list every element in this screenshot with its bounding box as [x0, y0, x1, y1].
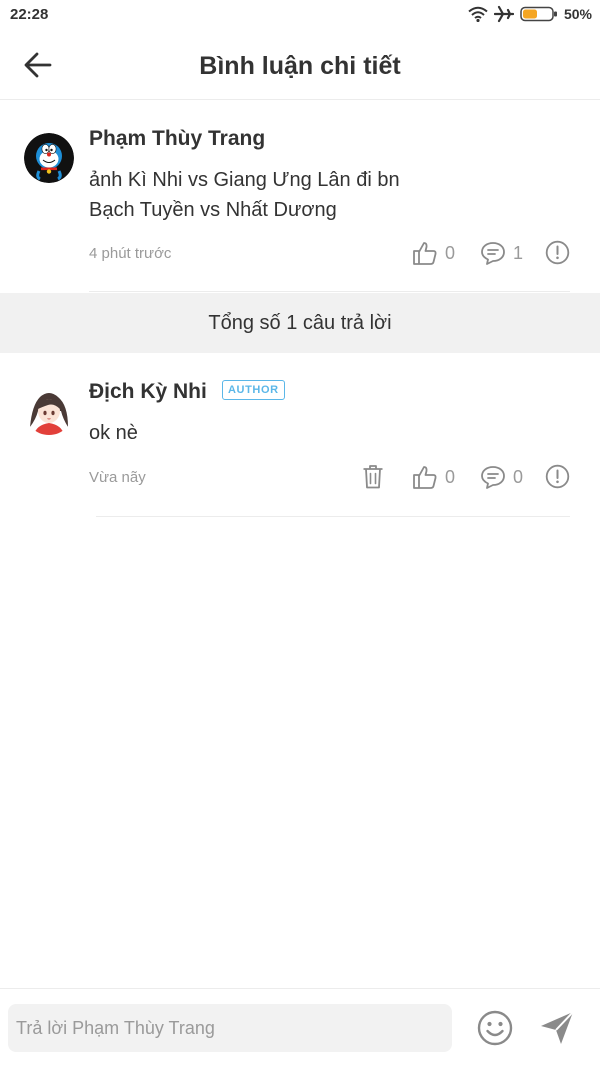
reply-author[interactable]: Địch Kỳ Nhi — [89, 380, 207, 404]
reply-button[interactable]: 1 — [480, 240, 523, 266]
like-count: 0 — [445, 242, 456, 263]
reply-count: 1 — [513, 242, 524, 263]
avatar[interactable] — [24, 133, 74, 183]
thumbs-up-icon — [413, 466, 437, 489]
reply-count-summary: Tổng số 1 câu trả lời — [0, 293, 600, 353]
comment-bubble-icon — [481, 242, 505, 265]
trash-icon — [363, 465, 383, 489]
battery-percent: 50% — [563, 6, 592, 22]
comment-author[interactable]: Phạm Thùy Trang — [89, 127, 265, 151]
header: Bình luận chi tiết — [0, 30, 600, 100]
reply-text: ok nè — [89, 422, 138, 444]
reply-count: 0 — [513, 466, 524, 487]
comment-time: 4 phút trước — [89, 245, 172, 262]
emoji-button[interactable] — [476, 1009, 514, 1047]
reply-comment: Địch Kỳ Nhi ok nè Vừa nãy 0 0 — [0, 353, 600, 523]
report-button[interactable] — [545, 240, 570, 265]
status-bar: 22:28 50% — [0, 0, 600, 30]
report-button[interactable] — [545, 464, 570, 489]
reply-button[interactable]: 0 — [480, 464, 523, 490]
reply-divider — [96, 516, 570, 517]
like-button[interactable]: 0 — [412, 464, 455, 490]
like-count: 0 — [445, 466, 456, 487]
anime-girl-avatar — [24, 385, 74, 435]
like-button[interactable]: 0 — [412, 240, 455, 266]
airplane-icon — [493, 5, 514, 23]
status-icons: 50% — [468, 5, 592, 23]
alert-circle-icon — [545, 464, 570, 489]
delete-button[interactable] — [362, 464, 384, 489]
wifi-icon — [468, 6, 488, 22]
thumbs-up-icon — [413, 242, 437, 265]
send-icon — [541, 1011, 574, 1044]
smiley-icon — [477, 1010, 513, 1046]
avatar[interactable] — [24, 385, 74, 435]
comment-divider — [89, 291, 570, 292]
comment-bubble-icon — [481, 466, 505, 489]
comment-text-line-2: Bạch Tuyền vs Nhất Dương — [89, 199, 337, 221]
reply-bar — [0, 988, 600, 1067]
reply-time: Vừa nãy — [89, 469, 146, 486]
send-button[interactable] — [538, 1009, 576, 1047]
author-badge: AUTHOR — [222, 380, 285, 400]
page-title: Bình luận chi tiết — [199, 52, 401, 80]
reply-input[interactable] — [8, 1004, 452, 1052]
status-time: 22:28 — [10, 6, 49, 23]
main-comment: Phạm Thùy Trang ảnh Kì Nhi vs Giang Ưng … — [0, 100, 600, 293]
comment-text-line-1: ảnh Kì Nhi vs Giang Ưng Lân đi bn — [89, 169, 400, 191]
alert-circle-icon — [545, 240, 570, 265]
battery-icon — [520, 6, 557, 22]
doraemon-avatar — [24, 133, 74, 183]
